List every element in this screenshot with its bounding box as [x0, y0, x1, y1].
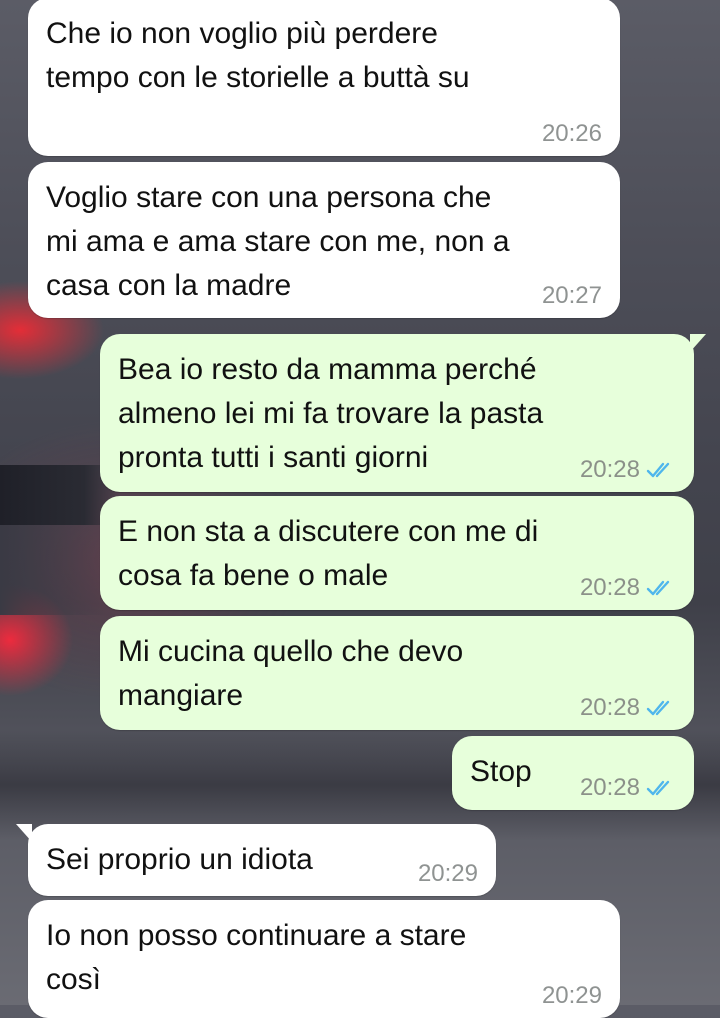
- read-receipt-double-check-icon: [646, 580, 670, 596]
- message-time: 20:29: [541, 982, 602, 1009]
- message-meta: 20:28: [580, 774, 676, 802]
- incoming-message-bubble[interactable]: Sei proprio un idiota 20:29: [16, 824, 496, 896]
- message-time: 20:29: [417, 860, 478, 887]
- bubble-tail: [690, 334, 706, 352]
- message-time: 20:28: [579, 574, 640, 601]
- message-text: Io non posso continuare a stare così: [46, 919, 467, 996]
- wallpaper-detail: [0, 525, 110, 615]
- message-time: 20:26: [541, 120, 602, 147]
- outgoing-message-bubble[interactable]: Bea io resto da mamma perché almeno lei …: [100, 334, 706, 492]
- outgoing-message-bubble[interactable]: E non sta a discutere con me di cosa fa …: [100, 496, 694, 610]
- read-receipt-double-check-icon: [646, 462, 670, 478]
- read-receipt-double-check-icon: [646, 780, 670, 796]
- read-receipt-double-check-icon: [646, 700, 670, 716]
- message-time: 20:28: [579, 456, 640, 483]
- message-meta: 20:29: [418, 860, 478, 888]
- message-time: 20:28: [579, 694, 640, 721]
- incoming-message-bubble[interactable]: Voglio stare con una persona che mi ama …: [28, 162, 620, 318]
- message-meta: 20:29: [542, 982, 602, 1010]
- message-text: Voglio stare con una persona che mi ama …: [46, 181, 510, 302]
- incoming-message-bubble[interactable]: Che io non voglio più perdere tempo con …: [28, 0, 620, 156]
- message-meta: 20:28: [580, 694, 676, 722]
- outgoing-message-bubble[interactable]: Stop 20:28: [452, 736, 694, 810]
- message-meta: 20:28: [580, 574, 676, 602]
- message-time: 20:27: [541, 282, 602, 309]
- message-text: Che io non voglio più perdere tempo con …: [46, 17, 470, 94]
- outgoing-message-bubble[interactable]: Mi cucina quello che devo mangiare 20:28: [100, 616, 694, 730]
- message-meta: 20:26: [542, 120, 602, 148]
- message-meta: 20:27: [542, 282, 602, 310]
- incoming-message-bubble[interactable]: Io non posso continuare a stare così 20:…: [28, 900, 620, 1018]
- message-time: 20:28: [579, 774, 640, 801]
- message-text: Sei proprio un idiota: [46, 843, 313, 876]
- bubble-tail: [16, 824, 32, 842]
- message-meta: 20:28: [580, 456, 676, 484]
